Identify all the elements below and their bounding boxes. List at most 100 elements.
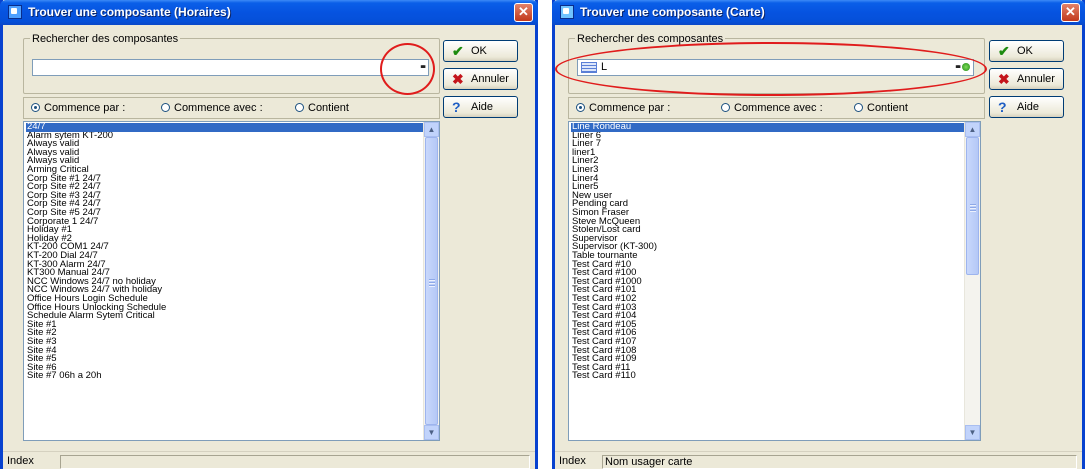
list-item[interactable]: Test Card #105 [571, 320, 964, 330]
list-item[interactable]: Test Card #110 [571, 371, 964, 381]
close-button[interactable]: ✕ [514, 3, 533, 22]
list-item[interactable]: Corporate 1 24/7 [26, 217, 423, 227]
list-item[interactable]: Test Card #108 [571, 346, 964, 356]
list-item[interactable]: Site #7 06h a 20h [26, 371, 423, 381]
results-list[interactable]: Test Card #110 Test Card #11 Test Card #10… [568, 121, 981, 441]
list-item[interactable]: NCC Windows 24/7 no holiday [26, 277, 423, 287]
list-item[interactable]: Always valid [26, 139, 423, 149]
scroll-down-button[interactable]: ▼ [424, 425, 439, 440]
list-item[interactable]: Table tournante [571, 251, 964, 261]
list-item[interactable]: Test Card #100 [571, 268, 964, 278]
window-title: Trouver une composante (Horaires) [28, 5, 231, 19]
list-item[interactable]: 24/7 [26, 122, 423, 132]
list-item[interactable]: Site #3 [26, 337, 423, 347]
list-item[interactable]: Site #4 [26, 346, 423, 356]
radio-contains[interactable]: Contient [854, 102, 908, 114]
list-item[interactable]: Site #2 [26, 328, 423, 338]
vertical-scrollbar[interactable]: ▲ ▼ [423, 122, 439, 440]
list-item[interactable]: Test Card #11 [571, 363, 964, 373]
results-list[interactable]: Site #7 06h a 20h Site #6 Site #5 Site #4 Si… [23, 121, 440, 441]
list-item[interactable]: Test Card #10 [571, 260, 964, 270]
list-item[interactable]: Test Card #106 [571, 328, 964, 338]
list-item[interactable]: Holiday #1 [26, 225, 423, 235]
scroll-thumb[interactable] [966, 137, 979, 275]
cancel-button[interactable]: ✖ Annuler [443, 68, 518, 90]
list-item[interactable]: Test Card #103 [571, 303, 964, 313]
list-item[interactable]: Liner 6 [571, 131, 964, 141]
scroll-down-button[interactable]: ▼ [965, 425, 980, 440]
list-item[interactable]: KT300 Manual 24/7 [26, 268, 423, 278]
list-item[interactable]: Steve McQueen [571, 217, 964, 227]
search-group: Rechercher des composantes ▪▪ [23, 33, 440, 94]
radio-dot [295, 103, 304, 112]
match-mode-radios: Commence par : Commence avec : Contient [568, 97, 985, 119]
list-item[interactable]: Test Card #101 [571, 285, 964, 295]
radio-starts-with[interactable]: Commence par : [31, 102, 125, 114]
list-item[interactable]: Office Hours Login Schedule [26, 294, 423, 304]
list-item[interactable]: Corp Site #4 24/7 [26, 199, 423, 209]
list-item[interactable]: Always valid [26, 148, 423, 158]
list-item[interactable]: KT-300 Alarm 24/7 [26, 260, 423, 270]
list-item[interactable]: Test Card #102 [571, 294, 964, 304]
list-item[interactable]: KT-200 COM1 24/7 [26, 242, 423, 252]
list-item[interactable]: Site #1 [26, 320, 423, 330]
help-button-label: Aide [1017, 101, 1040, 113]
list-item[interactable]: Alarm sytem KT-200 [26, 131, 423, 141]
radio-begins-with[interactable]: Commence avec : [721, 102, 823, 114]
radio-dot [161, 103, 170, 112]
list-item[interactable]: Test Card #109 [571, 354, 964, 364]
radio-contains[interactable]: Contient [295, 102, 349, 114]
match-mode-radios: Commence par : Commence avec : Contient [23, 97, 440, 119]
radio-begins-with[interactable]: Commence avec : [161, 102, 263, 114]
list-item[interactable]: Stolen/Lost card [571, 225, 964, 235]
list-item[interactable]: Corp Site #2 24/7 [26, 182, 423, 192]
title-bar[interactable]: Trouver une composante (Carte) ✕ [552, 0, 1085, 25]
ok-button[interactable]: ✔ OK [443, 40, 518, 62]
list-item[interactable]: Liner5 [571, 182, 964, 192]
list-item[interactable]: Arming Critical [26, 165, 423, 175]
help-button[interactable]: ? Aide [443, 96, 518, 118]
list-item[interactable]: Always valid [26, 156, 423, 166]
radio-label: Commence avec : [734, 102, 823, 114]
list-item[interactable]: Supervisor [571, 234, 964, 244]
list-item[interactable]: KT-200 Dial 24/7 [26, 251, 423, 261]
list-item[interactable]: Pending card [571, 199, 964, 209]
radio-label: Commence par : [589, 102, 671, 114]
scroll-thumb[interactable] [425, 137, 438, 425]
find-component-dialog-schedules: Trouver une composante (Horaires) ✕ Rech… [0, 0, 538, 469]
close-button[interactable]: ✕ [1061, 3, 1080, 22]
list-item[interactable]: Line Rondeau [571, 122, 964, 132]
status-field [60, 455, 530, 469]
list-item[interactable]: Test Card #107 [571, 337, 964, 347]
list-item[interactable]: Corp Site #1 24/7 [26, 174, 423, 184]
list-item[interactable]: Corp Site #5 24/7 [26, 208, 423, 218]
vertical-scrollbar[interactable]: ▲ ▼ [964, 122, 980, 440]
help-button[interactable]: ? Aide [989, 96, 1064, 118]
list-item[interactable]: Holiday #2 [26, 234, 423, 244]
list-item[interactable]: Liner3 [571, 165, 964, 175]
list-item[interactable]: Liner4 [571, 174, 964, 184]
list-item[interactable]: Test Card #1000 [571, 277, 964, 287]
list-item[interactable]: Liner 7 [571, 139, 964, 149]
list-item[interactable]: Test Card #104 [571, 311, 964, 321]
list-item[interactable]: liner1 [571, 148, 964, 158]
list-item[interactable]: Schedule Alarm Sytem Critical [26, 311, 423, 321]
scroll-up-button[interactable]: ▲ [424, 122, 439, 137]
list-item[interactable]: Simon Fraser [571, 208, 964, 218]
list-item[interactable]: Supervisor (KT-300) [571, 242, 964, 252]
list-item[interactable]: New user [571, 191, 964, 201]
title-bar[interactable]: Trouver une composante (Horaires) ✕ [0, 0, 538, 25]
list-item[interactable]: Liner2 [571, 156, 964, 166]
scroll-up-button[interactable]: ▲ [965, 122, 980, 137]
list-item[interactable]: NCC Windows 24/7 with holiday [26, 285, 423, 295]
search-group-label: Rechercher des composantes [30, 33, 181, 45]
search-input[interactable]: ▪▪ [32, 59, 429, 76]
status-field: Nom usager carte [602, 455, 1077, 469]
radio-starts-with[interactable]: Commence par : [576, 102, 670, 114]
cancel-button[interactable]: ✖ Annuler [989, 68, 1064, 90]
list-item[interactable]: Office Hours Unlocking Schedule [26, 303, 423, 313]
list-item[interactable]: Site #5 [26, 354, 423, 364]
list-item[interactable]: Site #6 [26, 363, 423, 373]
list-item[interactable]: Corp Site #3 24/7 [26, 191, 423, 201]
ok-button[interactable]: ✔ OK [989, 40, 1064, 62]
